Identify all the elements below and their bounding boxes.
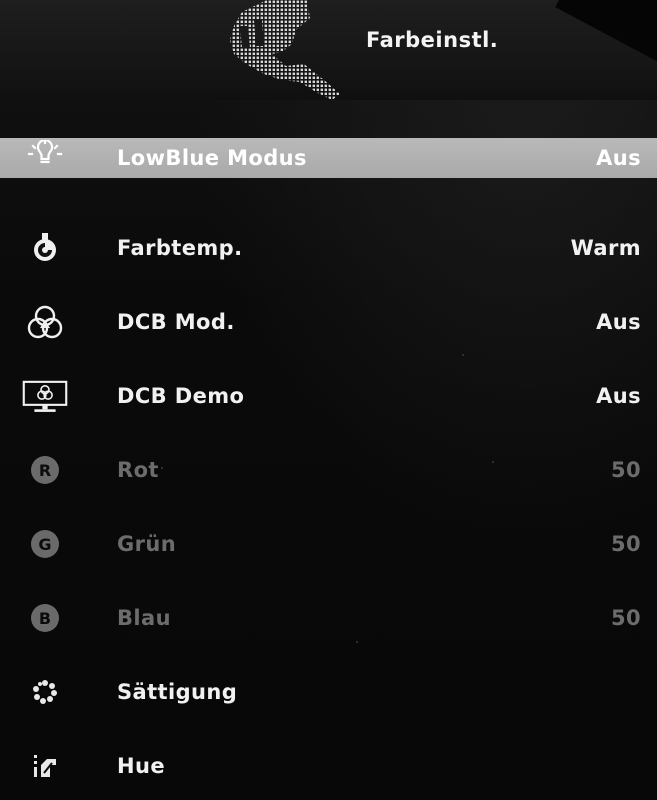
rgb-circles-icon xyxy=(22,302,68,342)
menu-item-blue[interactable]: B Blau 50 xyxy=(0,581,657,655)
menu-item-value: Aus xyxy=(596,384,641,408)
screen-speck xyxy=(492,461,494,463)
menu-item-dcb-mode[interactable]: DCB Mod. Aus xyxy=(0,285,657,359)
thermometer-icon xyxy=(22,228,68,268)
menu-item-green[interactable]: G Grün 50 xyxy=(0,507,657,581)
svg-text:R: R xyxy=(39,461,51,480)
menu-item-label: LowBlue Modus xyxy=(117,146,307,170)
menu-item-dcb-demo[interactable]: DCB Demo Aus xyxy=(0,359,657,433)
saturation-icon xyxy=(22,672,68,712)
b-circle-icon: B xyxy=(22,598,68,638)
menu-item-value: 50 xyxy=(610,532,641,556)
osd-header: Farbeinstl. xyxy=(0,0,657,100)
screen-speck xyxy=(462,354,464,356)
menu-item-value: Warm xyxy=(570,236,641,260)
menu-item-label: DCB Demo xyxy=(117,384,245,408)
menu-item-red[interactable]: R Rot 50 xyxy=(0,433,657,507)
monitor-demo-icon xyxy=(22,376,68,416)
menu-item-hue[interactable]: Hue xyxy=(0,729,657,800)
menu-item-value: Aus xyxy=(596,310,641,334)
svg-text:B: B xyxy=(39,609,51,628)
menu-item-value: 50 xyxy=(610,458,641,482)
menu-item-saturation[interactable]: Sättigung xyxy=(0,655,657,729)
menu-item-color-temp[interactable]: Farbtemp. Warm xyxy=(0,211,657,285)
color-settings-icon xyxy=(230,0,340,100)
menu-item-label: Blau xyxy=(117,606,171,630)
menu-item-lowblue-mode[interactable]: LowBlue Modus Aus xyxy=(0,138,657,178)
menu-item-value: Aus xyxy=(596,146,641,170)
svg-text:G: G xyxy=(38,535,51,554)
menu-item-label: DCB Mod. xyxy=(117,310,235,334)
bulb-icon xyxy=(22,138,68,178)
osd-menu-list: LowBlue Modus Aus Farbtemp. Warm DCB Mod… xyxy=(0,138,657,800)
menu-item-label: Grün xyxy=(117,532,177,556)
osd-screen: Farbeinstl. LowBlue Modus Aus Farbtemp. … xyxy=(0,0,657,800)
menu-item-label: Farbtemp. xyxy=(117,236,243,260)
g-circle-icon: G xyxy=(22,524,68,564)
menu-item-label: Rot xyxy=(117,458,159,482)
menu-item-label: Hue xyxy=(117,754,165,778)
menu-title: Farbeinstl. xyxy=(366,28,499,52)
header-corner-fold xyxy=(555,0,657,64)
screen-speck xyxy=(161,467,163,469)
r-circle-icon: R xyxy=(22,450,68,490)
menu-item-value: 50 xyxy=(610,606,641,630)
menu-item-label: Sättigung xyxy=(117,680,238,704)
screen-speck xyxy=(356,641,358,643)
hue-icon xyxy=(22,746,68,786)
